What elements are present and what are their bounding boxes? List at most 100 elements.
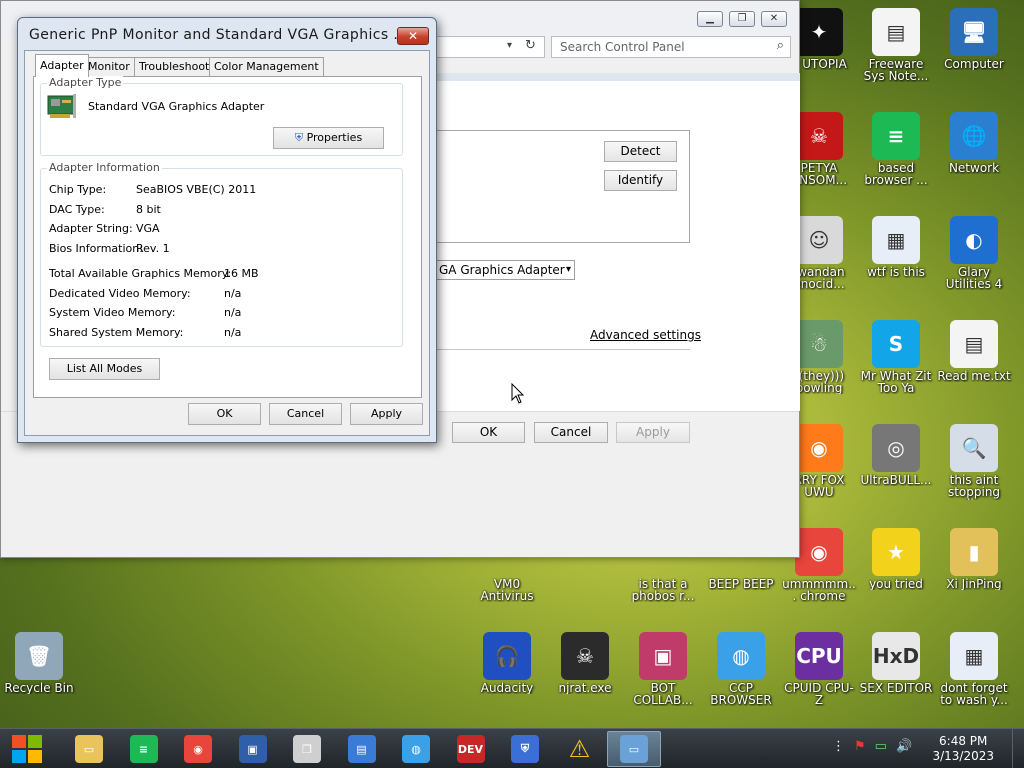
taskbar-devcpp[interactable]: DEV	[444, 731, 498, 767]
njrat-icon: ☠	[561, 632, 609, 680]
tab-color-management[interactable]: Color Management	[209, 57, 324, 76]
dontforget-icon: ▦	[950, 632, 998, 680]
taskbar-display[interactable]: ▭	[607, 731, 661, 767]
refresh-icon[interactable]: ↻	[525, 38, 536, 53]
botcollab-icon: ▣	[639, 632, 687, 680]
desktop-icon-ccpbrowser[interactable]: ◍ CCP BROWSER	[702, 628, 780, 728]
desktop-icon-label: Recycle Bin	[4, 682, 74, 694]
search-input[interactable]: Search Control Panel ⌕	[551, 36, 791, 58]
ok-button[interactable]: OK	[188, 403, 261, 425]
apply-button[interactable]: Apply	[616, 422, 690, 443]
flag-icon[interactable]: ⚑	[854, 739, 866, 754]
desktop-icon-computer[interactable]: 🖥 Computer	[935, 4, 1013, 104]
cancel-button[interactable]: Cancel	[269, 403, 342, 425]
taskbar-vbox2[interactable]: ▤	[335, 731, 389, 767]
desktop-icon-label: based browser ...	[864, 162, 928, 186]
desktop-icon-sexeditor[interactable]: HxD SEX EDITOR	[857, 628, 935, 728]
readme-icon: ▤	[950, 320, 998, 368]
desktop-icon-label: BEEP BEEP	[708, 578, 774, 590]
list-all-modes-button[interactable]: List All Modes	[49, 358, 160, 380]
address-bar[interactable]: ▾ ↻	[437, 36, 545, 58]
tab-monitor[interactable]: Monitor	[83, 57, 135, 76]
info-label: Bios Information:	[49, 241, 143, 255]
desktop-icon-cpuz[interactable]: CPU CPUID CPU-Z	[780, 628, 858, 728]
ok-button[interactable]: OK	[452, 422, 525, 443]
tab-troubleshoot[interactable]: Troubleshoot	[134, 57, 215, 76]
desktop-icon-label: Mr What Zit Too Ya	[860, 370, 932, 394]
memory-value: n/a	[224, 286, 242, 300]
desktop-icon-freeware[interactable]: ▤ Freeware Sys Note...	[857, 4, 935, 104]
search-icon[interactable]: ⌕	[777, 38, 784, 53]
skype-icon: S	[872, 320, 920, 368]
advanced-settings-link[interactable]: Advanced settings	[590, 328, 701, 342]
desktop-icon-xijinping[interactable]: ▮ Xi JinPing	[935, 524, 1013, 624]
warning-icon: ⚠	[568, 735, 591, 763]
desktop-icon-label: VM0 Antivirus	[480, 578, 534, 602]
tab-adapter[interactable]: Adapter	[35, 54, 89, 77]
desktop-icon-skype[interactable]: S Mr What Zit Too Ya	[857, 316, 935, 416]
taskbar-notes[interactable]: ≡	[117, 731, 171, 767]
display-select-value: GA Graphics Adapter	[439, 263, 565, 277]
desktop-icon-glary[interactable]: ◐ Glary Utilities 4	[935, 212, 1013, 312]
minimize-icon[interactable]: ▁	[697, 11, 723, 27]
close-icon[interactable]: ✕	[761, 11, 787, 27]
taskbar-windows[interactable]: ❐	[280, 731, 334, 767]
display-select[interactable]: GA Graphics Adapter ▾	[437, 260, 575, 280]
cancel-button[interactable]: Cancel	[534, 422, 608, 443]
taskbar-ccp[interactable]: ◍	[389, 731, 443, 767]
desktop-icon-recycle[interactable]: 🗑 Recycle Bin	[0, 628, 78, 728]
taskbar-explorer[interactable]: ▭	[62, 731, 116, 767]
clock-time: 6:48 PM	[939, 734, 988, 748]
taskbar-chrome[interactable]: ◉	[171, 731, 225, 767]
computer-icon: 🖥	[950, 8, 998, 56]
identify-button[interactable]: Identify	[604, 170, 677, 191]
taskbar-clock[interactable]: 6:48 PM 3/13/2023	[932, 734, 994, 764]
memory-label: Dedicated Video Memory:	[49, 286, 191, 300]
desktop-icon-njrat[interactable]: ☠ njrat.exe	[546, 628, 624, 728]
desktop-icon-label: dont forget to wash y...	[940, 682, 1008, 706]
desktop-icon-thisaint[interactable]: 🔍this aint stopping di...	[935, 420, 1013, 520]
memory-value: n/a	[224, 306, 242, 319]
petya-icon: ☠	[795, 112, 843, 160]
info-value: VGA	[136, 222, 160, 235]
overflow-icon[interactable]: ⋮	[832, 739, 845, 754]
desktop-icon-audacity[interactable]: 🎧 Audacity	[468, 628, 546, 728]
detect-button[interactable]: Detect	[604, 141, 677, 162]
properties-button[interactable]: ⛨ Properties	[273, 127, 384, 149]
info-value: SeaBIOS VBE(C) 2011	[136, 183, 257, 196]
desktop-icon-dontforget[interactable]: ▦ dont forget to wash y...	[935, 628, 1013, 728]
desktop-icon-youtried[interactable]: ★ you tried	[857, 524, 935, 624]
desktop-icon-based[interactable]: ≡ based browser ...	[857, 108, 935, 208]
search-placeholder: Search Control Panel	[560, 40, 685, 54]
restore-icon[interactable]: ❐	[729, 11, 755, 27]
desktop-icon-ultrabull[interactable]: ◎ UltraBULL...	[857, 420, 935, 520]
taskbar-warning[interactable]: ⚠	[553, 731, 607, 767]
utopia-icon: ✦	[795, 8, 843, 56]
vbox2-icon: ▤	[347, 735, 376, 763]
taskbar-virtualbox[interactable]: ▣	[226, 731, 280, 767]
ccpbrowser-icon: ◍	[717, 632, 765, 680]
memory-value: 16 MB	[224, 267, 259, 280]
network-icon: 🌐	[950, 112, 998, 160]
close-icon[interactable]: ✕	[397, 27, 429, 45]
header-band	[437, 73, 800, 81]
volume-icon[interactable]: 🔊	[896, 739, 912, 754]
memory-label: System Video Memory:	[49, 306, 176, 319]
desktop-icon-wtf[interactable]: ▦ wtf is this	[857, 212, 935, 312]
chevron-down-icon[interactable]: ▾	[507, 40, 512, 51]
display-icon: ▭	[620, 735, 648, 763]
network-icon[interactable]: ▭	[875, 739, 887, 754]
desktop-icon-label: CCP BROWSER	[710, 682, 772, 706]
apply-button[interactable]: Apply	[350, 403, 423, 425]
freeware-icon: ▤	[872, 8, 920, 56]
xijinping-icon: ▮	[950, 528, 998, 576]
desktop-icon-readme[interactable]: ▤ Read me.txt	[935, 316, 1013, 416]
desktop-icon-label: Xi JinPing	[946, 578, 1002, 590]
taskbar-shield[interactable]: ⛨	[498, 731, 552, 767]
show-desktop-button[interactable]	[1012, 729, 1024, 768]
start-button[interactable]	[0, 731, 54, 767]
desktop-icon-network[interactable]: 🌐 Network	[935, 108, 1013, 208]
desktop-icon-botcollab[interactable]: ▣ BOT COLLAB...	[624, 628, 702, 728]
mouse-cursor-icon	[511, 382, 525, 408]
taskbar: ▭ ≡ ◉ ▣ ❐ ▤ ◍ DEV ⛨ ⚠ ▭ ⋮ ⚑ ▭ 🔊 6:48 PM 3/13/2023	[0, 728, 1024, 768]
